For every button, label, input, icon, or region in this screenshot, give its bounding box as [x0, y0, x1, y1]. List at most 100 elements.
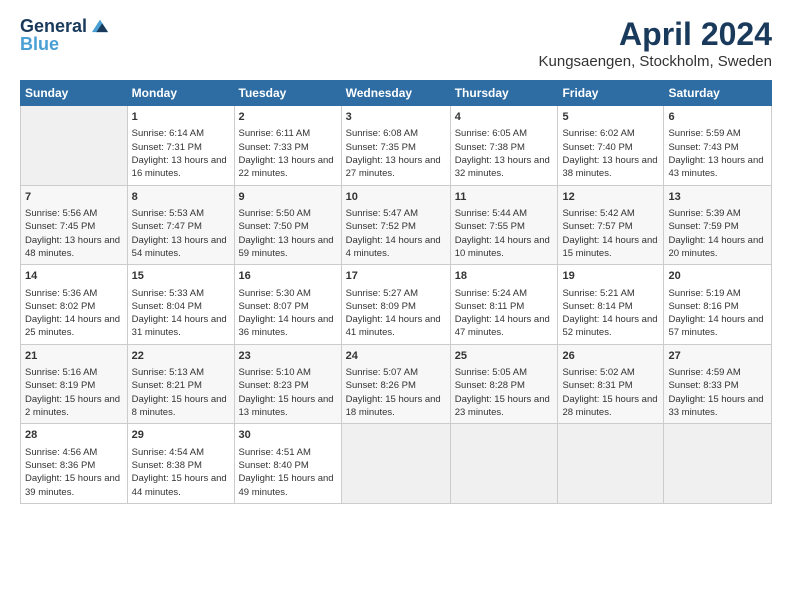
- daylight-text: Daylight: 13 hours and 27 minutes.: [346, 154, 446, 181]
- calendar-cell: 25Sunrise: 5:05 AMSunset: 8:28 PMDayligh…: [450, 344, 558, 424]
- sunrise-text: Sunrise: 5:30 AM: [239, 287, 337, 300]
- day-number: 9: [239, 190, 337, 205]
- calendar-cell: 11Sunrise: 5:44 AMSunset: 7:55 PMDayligh…: [450, 185, 558, 265]
- day-number: 13: [668, 190, 767, 205]
- day-number: 23: [239, 349, 337, 364]
- calendar-cell: 17Sunrise: 5:27 AMSunset: 8:09 PMDayligh…: [341, 265, 450, 345]
- sunrise-text: Sunrise: 5:07 AM: [346, 366, 446, 379]
- daylight-text: Daylight: 14 hours and 25 minutes.: [25, 313, 123, 340]
- daylight-text: Daylight: 15 hours and 33 minutes.: [668, 393, 767, 420]
- calendar-page: General Blue April 2024 Kungsaengen, Sto…: [0, 0, 792, 520]
- sunset-text: Sunset: 7:55 PM: [455, 220, 554, 233]
- sunset-text: Sunset: 8:28 PM: [455, 379, 554, 392]
- daylight-text: Daylight: 13 hours and 43 minutes.: [668, 154, 767, 181]
- calendar-body: 1Sunrise: 6:14 AMSunset: 7:31 PMDaylight…: [21, 106, 772, 504]
- day-number: 25: [455, 349, 554, 364]
- calendar-cell: [450, 424, 558, 504]
- daylight-text: Daylight: 13 hours and 59 minutes.: [239, 234, 337, 261]
- daylight-text: Daylight: 14 hours and 4 minutes.: [346, 234, 446, 261]
- day-number: 3: [346, 110, 446, 125]
- day-number: 16: [239, 269, 337, 284]
- sunset-text: Sunset: 7:35 PM: [346, 141, 446, 154]
- calendar-cell: 14Sunrise: 5:36 AMSunset: 8:02 PMDayligh…: [21, 265, 128, 345]
- day-number: 19: [562, 269, 659, 284]
- calendar-week-row: 14Sunrise: 5:36 AMSunset: 8:02 PMDayligh…: [21, 265, 772, 345]
- calendar-cell: 18Sunrise: 5:24 AMSunset: 8:11 PMDayligh…: [450, 265, 558, 345]
- day-number: 5: [562, 110, 659, 125]
- calendar-cell: [341, 424, 450, 504]
- day-number: 12: [562, 190, 659, 205]
- sunset-text: Sunset: 8:07 PM: [239, 300, 337, 313]
- daylight-text: Daylight: 13 hours and 16 minutes.: [132, 154, 230, 181]
- weekday-header-cell: Sunday: [21, 81, 128, 106]
- daylight-text: Daylight: 14 hours and 36 minutes.: [239, 313, 337, 340]
- sunrise-text: Sunrise: 5:39 AM: [668, 207, 767, 220]
- calendar-cell: [21, 106, 128, 186]
- sunrise-text: Sunrise: 5:42 AM: [562, 207, 659, 220]
- calendar-cell: 8Sunrise: 5:53 AMSunset: 7:47 PMDaylight…: [127, 185, 234, 265]
- sunset-text: Sunset: 8:14 PM: [562, 300, 659, 313]
- calendar-cell: [558, 424, 664, 504]
- sunrise-text: Sunrise: 4:56 AM: [25, 446, 123, 459]
- daylight-text: Daylight: 13 hours and 32 minutes.: [455, 154, 554, 181]
- sunset-text: Sunset: 7:43 PM: [668, 141, 767, 154]
- day-number: 22: [132, 349, 230, 364]
- sunset-text: Sunset: 8:04 PM: [132, 300, 230, 313]
- daylight-text: Daylight: 14 hours and 10 minutes.: [455, 234, 554, 261]
- calendar-cell: 10Sunrise: 5:47 AMSunset: 7:52 PMDayligh…: [341, 185, 450, 265]
- calendar-cell: 22Sunrise: 5:13 AMSunset: 8:21 PMDayligh…: [127, 344, 234, 424]
- calendar-cell: 12Sunrise: 5:42 AMSunset: 7:57 PMDayligh…: [558, 185, 664, 265]
- calendar-cell: 15Sunrise: 5:33 AMSunset: 8:04 PMDayligh…: [127, 265, 234, 345]
- sunset-text: Sunset: 8:31 PM: [562, 379, 659, 392]
- calendar-cell: 3Sunrise: 6:08 AMSunset: 7:35 PMDaylight…: [341, 106, 450, 186]
- sunrise-text: Sunrise: 5:24 AM: [455, 287, 554, 300]
- calendar-cell: 7Sunrise: 5:56 AMSunset: 7:45 PMDaylight…: [21, 185, 128, 265]
- sunset-text: Sunset: 8:02 PM: [25, 300, 123, 313]
- day-number: 2: [239, 110, 337, 125]
- day-number: 30: [239, 428, 337, 443]
- daylight-text: Daylight: 14 hours and 57 minutes.: [668, 313, 767, 340]
- sunrise-text: Sunrise: 5:19 AM: [668, 287, 767, 300]
- sunset-text: Sunset: 7:45 PM: [25, 220, 123, 233]
- sunset-text: Sunset: 7:52 PM: [346, 220, 446, 233]
- title-section: April 2024 Kungsaengen, Stockholm, Swede…: [539, 16, 773, 70]
- daylight-text: Daylight: 13 hours and 38 minutes.: [562, 154, 659, 181]
- sunrise-text: Sunrise: 5:59 AM: [668, 127, 767, 140]
- calendar-cell: 16 Sunrise: 5:30 AMSunset: 8:07 PMDayligh…: [234, 265, 341, 345]
- calendar-cell: 20Sunrise: 5:19 AMSunset: 8:16 PMDayligh…: [664, 265, 772, 345]
- calendar-cell: 9Sunrise: 5:50 AMSunset: 7:50 PMDaylight…: [234, 185, 341, 265]
- calendar-cell: 28Sunrise: 4:56 AMSunset: 8:36 PMDayligh…: [21, 424, 128, 504]
- logo: General Blue: [20, 16, 111, 55]
- daylight-text: Daylight: 15 hours and 49 minutes.: [239, 472, 337, 499]
- sunrise-text: Sunrise: 5:16 AM: [25, 366, 123, 379]
- location: Kungsaengen, Stockholm, Sweden: [539, 53, 773, 70]
- calendar-week-row: 1Sunrise: 6:14 AMSunset: 7:31 PMDaylight…: [21, 106, 772, 186]
- calendar-cell: 30Sunrise: 4:51 AMSunset: 8:40 PMDayligh…: [234, 424, 341, 504]
- calendar-table: SundayMondayTuesdayWednesdayThursdayFrid…: [20, 80, 772, 504]
- calendar-week-row: 28Sunrise: 4:56 AMSunset: 8:36 PMDayligh…: [21, 424, 772, 504]
- sunrise-text: Sunrise: 6:05 AM: [455, 127, 554, 140]
- sunrise-text: Sunrise: 4:54 AM: [132, 446, 230, 459]
- calendar-cell: 2Sunrise: 6:11 AMSunset: 7:33 PMDaylight…: [234, 106, 341, 186]
- day-number: 8: [132, 190, 230, 205]
- calendar-cell: 19Sunrise: 5:21 AMSunset: 8:14 PMDayligh…: [558, 265, 664, 345]
- sunset-text: Sunset: 8:11 PM: [455, 300, 554, 313]
- daylight-text: Daylight: 15 hours and 18 minutes.: [346, 393, 446, 420]
- daylight-text: Daylight: 14 hours and 47 minutes.: [455, 313, 554, 340]
- daylight-text: Daylight: 15 hours and 2 minutes.: [25, 393, 123, 420]
- calendar-cell: 6Sunrise: 5:59 AMSunset: 7:43 PMDaylight…: [664, 106, 772, 186]
- daylight-text: Daylight: 15 hours and 44 minutes.: [132, 472, 230, 499]
- sunrise-text: Sunrise: 6:11 AM: [239, 127, 337, 140]
- day-number: 28: [25, 428, 123, 443]
- sunrise-text: Sunrise: 5:36 AM: [25, 287, 123, 300]
- month-title: April 2024: [539, 16, 773, 53]
- sunset-text: Sunset: 7:31 PM: [132, 141, 230, 154]
- sunset-text: Sunset: 8:23 PM: [239, 379, 337, 392]
- day-number: 11: [455, 190, 554, 205]
- sunset-text: Sunset: 7:38 PM: [455, 141, 554, 154]
- daylight-text: Daylight: 15 hours and 8 minutes.: [132, 393, 230, 420]
- sunset-text: Sunset: 8:26 PM: [346, 379, 446, 392]
- weekday-header-cell: Wednesday: [341, 81, 450, 106]
- calendar-cell: 26Sunrise: 5:02 AMSunset: 8:31 PMDayligh…: [558, 344, 664, 424]
- sunrise-text: Sunrise: 6:02 AM: [562, 127, 659, 140]
